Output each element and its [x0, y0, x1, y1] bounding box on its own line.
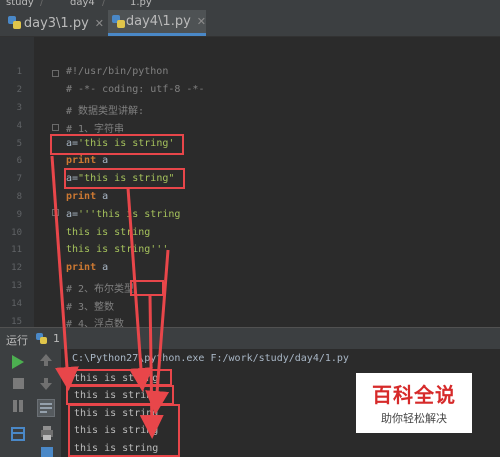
line-number: 3	[16, 103, 22, 113]
python-file-icon	[36, 333, 48, 344]
line-number: 5	[16, 139, 22, 149]
tab-label: day3\1.py	[23, 15, 89, 31]
keyword: print	[66, 155, 97, 166]
code-line-8: print a	[66, 191, 108, 202]
code-line-1: #!/usr/bin/python	[66, 66, 169, 77]
code-line-13: # 2、布尔类型	[66, 284, 135, 295]
line-number: 14	[11, 299, 22, 309]
watermark-logo: 百科全说 助你轻松解决	[356, 373, 472, 433]
code-line-11: this is string'''	[66, 244, 169, 255]
soft-wrap-button[interactable]	[37, 399, 55, 417]
annotation-box	[68, 404, 180, 457]
annotation-box	[64, 168, 185, 189]
annotation-box	[50, 134, 184, 155]
breadcrumb-separator: /	[40, 0, 44, 8]
variable: a	[96, 155, 109, 166]
fold-marker-icon[interactable]	[52, 124, 59, 131]
annotation-box	[68, 369, 172, 386]
code-line-9: a='''this is string	[66, 209, 180, 220]
line-number: 12	[11, 263, 22, 273]
fold-marker-icon[interactable]	[52, 209, 59, 216]
line-number: 8	[16, 192, 22, 202]
close-icon[interactable]: ✕	[95, 17, 104, 30]
console-command: C:\Python27\python.exe F:/work/study/day…	[72, 353, 349, 364]
python-file-icon	[112, 14, 125, 29]
line-number: 6	[16, 156, 22, 166]
pause-icon[interactable]	[12, 400, 24, 412]
run-config-name[interactable]: 1	[53, 332, 60, 345]
print-icon[interactable]	[40, 426, 54, 440]
arrow-down-icon[interactable]	[40, 378, 52, 390]
tab-day4-1-py[interactable]: day4\1.py ✕	[108, 10, 206, 36]
line-number: 4	[16, 121, 22, 131]
breadcrumb-file[interactable]: 1.py	[130, 0, 152, 8]
line-number: 7	[16, 174, 22, 184]
code-line-3: # 数据类型讲解:	[66, 106, 145, 117]
line-number: 9	[16, 210, 22, 220]
code-line-10: this is string	[66, 227, 151, 238]
clear-icon[interactable]	[40, 447, 54, 457]
line-number: 11	[11, 245, 22, 255]
variable: a	[96, 191, 109, 202]
tab-label: day4\1.py	[125, 14, 191, 29]
fold-marker-icon[interactable]	[52, 70, 59, 77]
line-number: 10	[11, 228, 22, 238]
run-panel-title: 运行	[6, 334, 28, 347]
python-file-icon	[8, 16, 21, 30]
keyword: print	[66, 191, 97, 202]
annotation-box	[130, 280, 164, 296]
close-icon[interactable]: ✕	[197, 15, 206, 28]
layout-icon[interactable]	[11, 427, 25, 441]
tab-day3-1-py[interactable]: day3\1.py ✕	[4, 10, 104, 36]
annotation-box	[66, 385, 174, 405]
string-literal: '''this is string	[78, 209, 181, 220]
run-icon[interactable]	[12, 355, 24, 369]
keyword: print	[66, 262, 97, 273]
line-number: 15	[11, 317, 22, 327]
code-line-12: print a	[66, 262, 108, 273]
breadcrumb-day4[interactable]: day4	[70, 0, 95, 8]
watermark-title: 百科全说	[372, 383, 456, 407]
code-line-4: # 1、字符串	[66, 124, 125, 135]
run-panel-header: 运行 1	[0, 327, 500, 350]
stop-icon[interactable]	[13, 378, 24, 389]
code-line-6: print a	[66, 155, 108, 166]
soft-wrap-icon	[40, 403, 52, 413]
line-number: 13	[11, 281, 22, 291]
variable: a=	[66, 209, 79, 220]
code-line-2: # -*- coding: utf-8 -*-	[66, 84, 205, 95]
breadcrumb-separator: /	[102, 0, 106, 8]
watermark-subtitle: 助你轻松解决	[381, 412, 447, 425]
code-line-14: # 3、整数	[66, 302, 115, 313]
line-number: 2	[16, 85, 22, 95]
variable: a	[96, 262, 109, 273]
breadcrumb-study[interactable]: study	[6, 0, 34, 8]
arrow-up-icon[interactable]	[40, 354, 52, 366]
line-number: 1	[16, 67, 22, 77]
